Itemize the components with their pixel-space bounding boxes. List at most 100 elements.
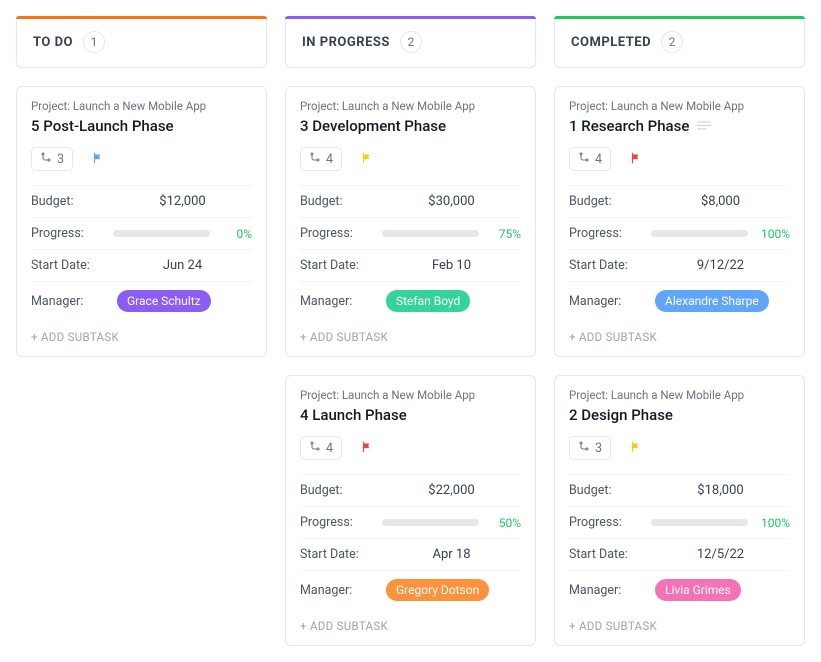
project-label: Project: Launch a New Mobile App [300,99,521,113]
budget-value[interactable]: $12,000 [113,194,252,209]
flag-icon[interactable] [629,439,643,458]
task-card[interactable]: Project: Launch a New Mobile App5 Post-L… [16,86,267,357]
budget-value[interactable]: $30,000 [382,194,521,209]
subtask-icon [309,440,321,456]
budget-label: Budget: [300,483,382,498]
manager-label: Manager: [31,294,113,309]
manager-chip[interactable]: Stefan Boyd [386,290,470,312]
column-title: IN PROGRESS [302,35,390,50]
subtask-count: 3 [57,152,64,167]
column-completed: COMPLETED 2 Project: Launch a New Mobile A… [554,16,805,646]
subtask-count: 3 [595,441,602,456]
manager-label: Manager: [569,583,651,598]
budget-label: Budget: [569,483,651,498]
column-count-badge: 2 [661,31,683,53]
flag-icon[interactable] [629,150,643,169]
task-title-text: 3 Development Phase [300,117,446,135]
budget-label: Budget: [31,194,113,209]
progress-bar[interactable] [651,519,748,526]
subtask-icon [578,440,590,456]
budget-label: Budget: [300,194,382,209]
progress-percent: 75% [487,227,521,241]
add-subtask-button[interactable]: + ADD SUBTASK [31,320,252,346]
task-title-text: 1 Research Phase [569,117,689,135]
progress-percent: 0% [218,227,252,241]
flag-icon[interactable] [91,150,105,169]
subtask-icon [578,151,590,167]
column-title: TO DO [33,35,73,50]
task-title-text: 5 Post-Launch Phase [31,117,174,135]
progress-percent: 50% [487,516,521,530]
add-subtask-button[interactable]: + ADD SUBTASK [300,609,521,635]
start-date-value[interactable]: Jun 24 [113,258,252,273]
task-title: 1 Research Phase [569,117,790,135]
task-card[interactable]: Project: Launch a New Mobile App 4 Launch… [285,375,536,646]
column-title: COMPLETED [571,35,651,50]
task-card[interactable]: Project: Launch a New Mobile App 1 Resear… [554,86,805,357]
column-header[interactable]: TO DO 1 [16,16,267,68]
column-in-progress: IN PROGRESS 2 Project: Launch a New Mobile… [285,16,536,646]
start-date-label: Start Date: [300,258,382,273]
start-date-label: Start Date: [569,258,651,273]
budget-value[interactable]: $18,000 [651,483,790,498]
budget-value[interactable]: $22,000 [382,483,521,498]
manager-label: Manager: [300,583,382,598]
flag-icon[interactable] [360,150,374,169]
progress-bar[interactable] [382,230,479,237]
budget-value[interactable]: $8,000 [651,194,790,209]
add-subtask-button[interactable]: + ADD SUBTASK [300,320,521,346]
task-title: 3 Development Phase [300,117,521,135]
manager-label: Manager: [569,294,651,309]
task-card[interactable]: Project: Launch a New Mobile App 3 Develo… [285,86,536,357]
column-to-do: TO DO 1 Project: Launch a New Mobile App5 … [16,16,267,646]
progress-bar[interactable] [651,230,748,237]
start-date-value[interactable]: Apr 18 [382,547,521,562]
subtask-count-pill[interactable]: 3 [569,436,611,460]
project-label: Project: Launch a New Mobile App [569,388,790,402]
start-date-value[interactable]: Feb 10 [382,258,521,273]
subtask-count-pill[interactable]: 3 [31,147,73,171]
subtask-count: 4 [326,441,333,456]
progress-bar[interactable] [382,519,479,526]
manager-chip[interactable]: Alexandre Sharpe [655,290,769,312]
subtask-icon [40,151,52,167]
subtask-count: 4 [595,152,602,167]
start-date-label: Start Date: [300,547,382,562]
subtask-icon [309,151,321,167]
start-date-label: Start Date: [569,547,651,562]
progress-label: Progress: [300,515,382,530]
budget-label: Budget: [569,194,651,209]
task-title: 4 Launch Phase [300,406,521,424]
task-title: 2 Design Phase [569,406,790,424]
project-label: Project: Launch a New Mobile App [300,388,521,402]
description-icon [697,121,711,131]
manager-chip[interactable]: Grace Schultz [117,290,211,312]
task-title: 5 Post-Launch Phase [31,117,252,135]
subtask-count: 4 [326,152,333,167]
task-title-text: 4 Launch Phase [300,406,407,424]
progress-label: Progress: [569,515,651,530]
progress-label: Progress: [31,226,113,241]
progress-label: Progress: [300,226,382,241]
progress-label: Progress: [569,226,651,241]
start-date-value[interactable]: 9/12/22 [651,258,790,273]
add-subtask-button[interactable]: + ADD SUBTASK [569,320,790,346]
add-subtask-button[interactable]: + ADD SUBTASK [569,609,790,635]
progress-percent: 100% [756,227,790,241]
subtask-count-pill[interactable]: 4 [300,147,342,171]
manager-label: Manager: [300,294,382,309]
manager-chip[interactable]: Livia Grimes [655,579,741,601]
column-header[interactable]: COMPLETED 2 [554,16,805,68]
column-count-badge: 2 [400,31,422,53]
subtask-count-pill[interactable]: 4 [569,147,611,171]
start-date-value[interactable]: 12/5/22 [651,547,790,562]
task-card[interactable]: Project: Launch a New Mobile App 2 Design… [554,375,805,646]
project-label: Project: Launch a New Mobile App [569,99,790,113]
subtask-count-pill[interactable]: 4 [300,436,342,460]
column-count-badge: 1 [83,31,105,53]
flag-icon[interactable] [360,439,374,458]
column-header[interactable]: IN PROGRESS 2 [285,16,536,68]
manager-chip[interactable]: Gregory Dotson [386,579,489,601]
progress-percent: 100% [756,516,790,530]
progress-bar[interactable] [113,230,210,237]
